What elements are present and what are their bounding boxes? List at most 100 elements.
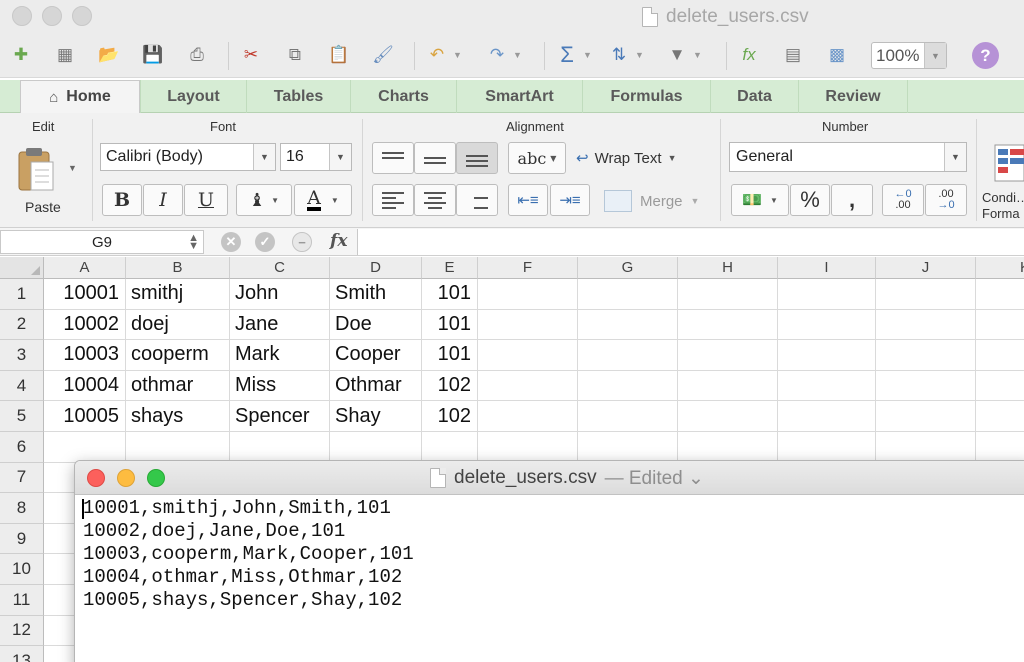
row-header[interactable]: 4 [0,370,44,402]
textedit-zoom-button[interactable] [147,469,165,487]
column-header-k[interactable]: K [976,257,1024,279]
column-header-g[interactable]: G [578,257,678,279]
print-icon[interactable]: ⎙ [184,39,210,71]
grid-cell[interactable] [778,279,876,310]
grid-cell[interactable] [478,401,578,432]
grid-cell[interactable]: 10001 [44,279,126,310]
textedit-content[interactable]: 10001,smithj,John,Smith,101 10002,doej,J… [83,497,414,612]
grid-cell[interactable]: 101 [422,279,478,310]
grid-cell[interactable] [678,340,778,371]
grid-cell[interactable] [876,370,976,402]
grid-cell[interactable]: Mark [230,340,330,371]
open-template-icon[interactable]: ▦ [52,39,78,71]
wrap-text-button[interactable]: ↩ Wrap Text ▼ [576,143,676,173]
grid-cell[interactable] [478,432,578,463]
grid-cell[interactable]: John [230,279,330,310]
grid-cell[interactable] [876,432,976,463]
grid-cell[interactable]: Othmar [330,370,422,402]
font-size-select[interactable]: 16 ▼ [280,143,352,171]
tab-formulas[interactable]: Formulas [582,80,710,113]
grid-cell[interactable] [778,401,876,432]
grid-cell[interactable] [976,371,1024,402]
column-header-d[interactable]: D [330,257,422,279]
column-header-a[interactable]: A [44,257,126,279]
grid-cell[interactable]: smithj [126,279,230,310]
grid-cell[interactable] [876,279,976,310]
grid-cell[interactable]: othmar [126,370,230,402]
grid-cell[interactable]: 102 [422,401,478,432]
grid-cell[interactable] [876,309,976,341]
grid-cell[interactable]: Shay [330,401,422,432]
grid-cell[interactable] [478,370,578,402]
minimize-button[interactable] [42,6,62,26]
grid-cell[interactable]: Smith [330,279,422,310]
paste-icon[interactable]: 📋 [326,39,352,71]
zoom-button[interactable] [72,6,92,26]
grid-cell[interactable] [478,309,578,341]
select-all-corner[interactable] [0,257,44,279]
number-format-select[interactable]: General ▼ [729,142,967,172]
gallery-icon[interactable]: ▤ [780,39,806,71]
bold-button[interactable]: B [102,184,142,216]
text-orientation-button[interactable]: abc ▼ [508,142,566,174]
row-header[interactable]: 3 [0,340,44,371]
textedit-edited-status[interactable]: — Edited ⌄ [605,467,704,490]
function-icon[interactable]: fx [736,39,762,71]
toolbox-icon[interactable]: ▩ [824,39,850,71]
grid-cell[interactable]: Doe [330,309,422,341]
grid-cell[interactable] [976,401,1024,432]
cancel-icon[interactable]: ✕ [221,232,241,252]
align-bottom-button[interactable] [456,142,498,174]
format-painter-icon[interactable]: 🖌 [370,39,396,71]
paste-clipboard-icon[interactable] [17,146,57,194]
grid-cell[interactable] [678,432,778,463]
grid-cell[interactable]: Jane [230,309,330,341]
tab-data[interactable]: Data [710,80,798,113]
grid-cell[interactable]: Miss [230,370,330,402]
grid-cell[interactable]: 102 [422,370,478,402]
zoom-select[interactable]: 100% ▼ [871,42,947,69]
row-header[interactable]: 5 [0,401,44,432]
percent-button[interactable]: % [790,184,830,216]
chevron-down-icon[interactable]: ▼ [329,144,351,170]
tab-home[interactable]: ⌂ Home [20,80,140,113]
grid-cell[interactable]: 10004 [44,370,126,402]
row-header[interactable]: 10 [0,554,44,585]
decrease-decimal-button[interactable]: .00 →0 [925,184,967,216]
chevron-down-icon[interactable]: ▼ [924,43,946,68]
increase-indent-button[interactable]: ⇥≡ [550,184,590,216]
align-right-button[interactable] [456,184,498,216]
align-center-button[interactable] [414,184,456,216]
grid-cell[interactable] [422,432,478,463]
chevron-down-icon[interactable]: ▼ [68,163,77,173]
sort-icon[interactable]: ⇅ ▼ [606,39,644,71]
grid-cell[interactable] [578,401,678,432]
grid-cell[interactable] [578,432,678,463]
chevron-down-icon[interactable]: ▼ [253,144,275,170]
textedit-minimize-button[interactable] [117,469,135,487]
underline-button[interactable]: U [184,184,228,216]
fill-color-button[interactable]: ♝ ▼ [236,184,292,216]
grid-cell[interactable]: doej [126,309,230,341]
grid-cell[interactable]: cooperm [126,340,230,371]
cut-icon[interactable]: ✂ [238,39,264,71]
new-icon[interactable]: ✚ [8,39,34,71]
row-header[interactable]: 9 [0,523,44,555]
tab-charts[interactable]: Charts [350,80,456,113]
textedit-close-button[interactable] [87,469,105,487]
paste-button-label[interactable]: Paste [25,199,61,215]
grid-cell[interactable]: Spencer [230,401,330,432]
grid-cell[interactable] [678,279,778,310]
column-header-c[interactable]: C [230,257,330,279]
close-button[interactable] [12,6,32,26]
undo-icon[interactable]: ↶ ▼ [424,39,462,71]
tab-tables[interactable]: Tables [246,80,350,113]
grid-cell[interactable] [678,370,778,402]
grid-cell[interactable] [478,340,578,371]
comma-style-button[interactable]: , [831,184,873,216]
row-header[interactable]: 13 [0,646,44,662]
grid-cell[interactable] [876,401,976,432]
grid-cell[interactable] [778,370,876,402]
grid-cell[interactable]: shays [126,401,230,432]
grid-cell[interactable] [976,432,1024,463]
